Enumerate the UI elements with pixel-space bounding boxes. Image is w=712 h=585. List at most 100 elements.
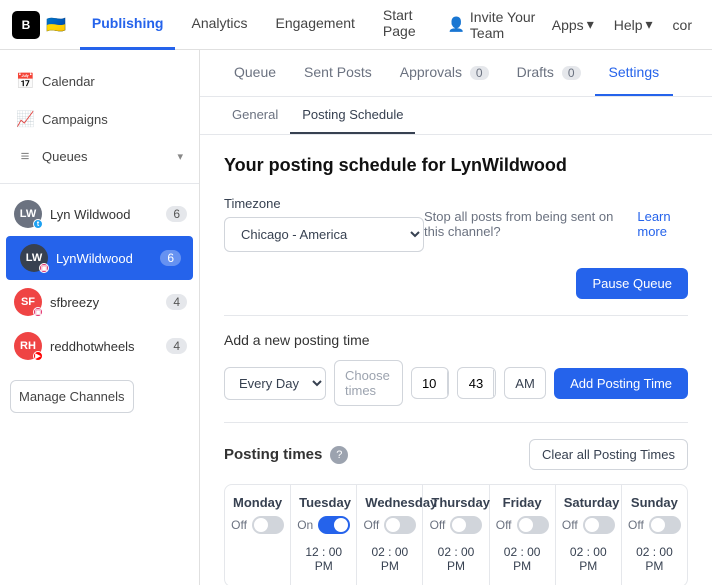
main-layout: 📅 Calendar 📈 Campaigns ≡ Queues ▾ LW t L… (0, 50, 712, 585)
day-col-sunday: Sunday Off 02 : 00 PM (622, 485, 687, 585)
help-dropdown[interactable]: Help ▾ (606, 16, 661, 33)
saturday-time-slot: 02 : 00 PM (564, 542, 613, 576)
chevron-down-icon: ▾ (646, 16, 653, 33)
min-down-arrow[interactable]: ▼ (494, 383, 496, 398)
sub-tab-bar: General Posting Schedule (200, 97, 712, 135)
tab-settings[interactable]: Settings (595, 50, 674, 96)
sidebar: 📅 Calendar 📈 Campaigns ≡ Queues ▾ LW t L… (0, 50, 200, 585)
instagram-platform-dot: ▣ (39, 263, 49, 273)
day-col-tuesday: Tuesday On 12 : 00 PM (291, 485, 357, 585)
apps-dropdown[interactable]: Apps ▾ (544, 16, 602, 33)
twitter-platform-dot: t (33, 219, 43, 229)
tuesday-toggle[interactable] (318, 516, 350, 534)
learn-more-link[interactable]: Learn more (637, 209, 688, 239)
add-posting-time-button[interactable]: Add Posting Time (554, 368, 688, 399)
tuesday-toggle-row: On (299, 516, 348, 534)
saturday-toggle[interactable] (583, 516, 615, 534)
day-col-monday: Monday Off (225, 485, 291, 585)
logo: B 🇺🇦 (12, 11, 66, 39)
sunday-time-slot: 02 : 00 PM (630, 542, 679, 576)
time-hour-input[interactable] (412, 370, 448, 397)
hour-down-arrow[interactable]: ▼ (448, 383, 450, 398)
top-nav: B 🇺🇦 Publishing Analytics Engagement Sta… (0, 0, 712, 50)
day-col-friday: Friday Off 02 : 00 PM (490, 485, 556, 585)
saturday-toggle-row: Off (564, 516, 613, 534)
timezone-select[interactable]: Chicago - America (224, 217, 424, 252)
manage-channels-button[interactable]: Manage Channels (10, 380, 134, 413)
friday-time-slot: 02 : 00 PM (498, 542, 547, 576)
sunday-toggle-row: Off (630, 516, 679, 534)
divider (224, 315, 688, 316)
nav-publishing[interactable]: Publishing (80, 0, 176, 50)
buffer-logo-icon: B (12, 11, 40, 39)
wednesday-toggle-row: Off (365, 516, 414, 534)
chevron-down-icon: ▾ (177, 150, 183, 163)
nav-engagement[interactable]: Engagement (264, 0, 367, 50)
content-body: Your posting schedule for LynWildwood Ti… (200, 135, 712, 585)
posting-times-title: Posting times (224, 446, 322, 463)
choose-times-placeholder: Choose times (335, 361, 402, 405)
sidebar-item-campaigns[interactable]: 📈 Campaigns (0, 100, 199, 138)
clear-posting-times-button[interactable]: Clear all Posting Times (529, 439, 688, 470)
pause-queue-button[interactable]: Pause Queue (576, 268, 688, 299)
day-select[interactable]: Every Day (224, 367, 326, 400)
avatar: RH ▶ (14, 332, 42, 360)
subtab-posting-schedule[interactable]: Posting Schedule (290, 97, 415, 134)
channel-lyn-wildwood[interactable]: LW t Lyn Wildwood 6 (0, 192, 199, 236)
day-col-saturday: Saturday Off 02 : 00 PM (556, 485, 622, 585)
help-icon[interactable]: ? (330, 446, 348, 464)
sidebar-item-queues[interactable]: ≡ Queues ▾ (0, 138, 199, 175)
timezone-row: Timezone Chicago - America Stop all post… (224, 196, 688, 252)
user-menu[interactable]: cor (665, 17, 700, 33)
ukraine-flag: 🇺🇦 (46, 15, 66, 35)
thursday-time-slot: 02 : 00 PM (431, 542, 480, 576)
invite-team-button[interactable]: 👤 Invite Your Team (447, 9, 539, 41)
tab-bar: Queue Sent Posts Approvals 0 Drafts 0 Se… (200, 50, 712, 97)
hour-up-arrow[interactable]: ▲ (448, 368, 450, 383)
posting-times-header: Posting times ? Clear all Posting Times (224, 439, 688, 470)
subtab-general[interactable]: General (220, 97, 290, 134)
friday-toggle[interactable] (517, 516, 549, 534)
days-grid: Monday Off Tuesday On 12 : 00 PM (224, 484, 688, 585)
avatar: SF ▣ (14, 288, 42, 316)
youtube-platform-dot: ▶ (33, 351, 43, 361)
ampm-arrows: ▲ ▼ (545, 368, 546, 398)
time-ampm: AM (505, 369, 545, 398)
thursday-toggle-row: Off (431, 516, 480, 534)
thursday-toggle[interactable] (450, 516, 482, 534)
instagram-platform-dot: ▣ (33, 307, 43, 317)
channel-lynwildwood[interactable]: LW ▣ LynWildwood 6 (6, 236, 193, 280)
sidebar-item-calendar[interactable]: 📅 Calendar (0, 62, 199, 100)
channel-reddhotwheels[interactable]: RH ▶ reddhotwheels 4 (0, 324, 199, 368)
channel-sfbreezy[interactable]: SF ▣ sfbreezy 4 (0, 280, 199, 324)
hour-arrows: ▲ ▼ (448, 368, 450, 398)
avatar: LW ▣ (20, 244, 48, 272)
content-area: Queue Sent Posts Approvals 0 Drafts 0 Se… (200, 50, 712, 585)
monday-toggle-row: Off (233, 516, 282, 534)
posting-time-row: Every Day Choose times ▲ ▼ ▲ ▼ (224, 360, 688, 406)
tab-approvals[interactable]: Approvals 0 (386, 50, 503, 96)
page-title: Your posting schedule for LynWildwood (224, 155, 688, 176)
monday-toggle[interactable] (252, 516, 284, 534)
tuesday-time-slot: 12 : 00 PM (299, 542, 348, 576)
chevron-down-icon: ▾ (587, 16, 594, 33)
tab-queue[interactable]: Queue (220, 50, 290, 96)
friday-toggle-row: Off (498, 516, 547, 534)
wednesday-time-slot: 02 : 00 PM (365, 542, 414, 576)
day-col-wednesday: Wednesday Off 02 : 00 PM (357, 485, 423, 585)
tab-drafts[interactable]: Drafts 0 (503, 50, 595, 96)
divider-2 (224, 422, 688, 423)
calendar-icon: 📅 (16, 72, 34, 90)
nav-start-page[interactable]: Start Page (371, 0, 444, 50)
min-up-arrow[interactable]: ▲ (494, 368, 496, 383)
timezone-section: Timezone Chicago - America (224, 196, 424, 252)
queues-icon: ≡ (16, 148, 34, 165)
wednesday-toggle[interactable] (384, 516, 416, 534)
day-col-thursday: Thursday Off 02 : 00 PM (423, 485, 489, 585)
avatar: LW t (14, 200, 42, 228)
min-arrows: ▲ ▼ (494, 368, 496, 398)
sunday-toggle[interactable] (649, 516, 681, 534)
time-min-input[interactable] (458, 370, 494, 397)
nav-analytics[interactable]: Analytics (179, 0, 259, 50)
tab-sent-posts[interactable]: Sent Posts (290, 50, 386, 96)
